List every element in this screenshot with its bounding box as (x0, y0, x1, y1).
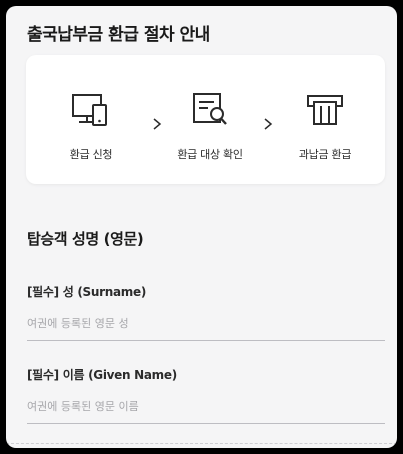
step-label: 과납금 환급 (298, 148, 352, 161)
given-name-label: [필수] 이름 (Given Name) (27, 368, 177, 382)
step-eligibility-check: 환급 대상 확인 (155, 55, 265, 184)
surname-input[interactable] (27, 317, 385, 341)
surname-label: [필수] 성 (Surname) (27, 285, 147, 299)
given-name-field: [필수] 이름 (Given Name) (27, 366, 385, 424)
step-overpayment-refund: 과납금 환급 (270, 55, 380, 184)
refund-steps-card: 환급 신청 환급 대상 확인 과납금 환급 (26, 55, 385, 184)
bottom-divider (6, 443, 397, 444)
atm-icon (307, 95, 343, 125)
surname-field: [필수] 성 (Surname) (27, 283, 385, 341)
screen: 출국납부금 환급 절차 안내 환급 신청 환급 대상 확인 과납금 환급 탑승객… (6, 6, 397, 448)
given-name-input[interactable] (27, 400, 385, 424)
step-label: 환급 대상 확인 (177, 148, 243, 161)
page-title: 출국납부금 환급 절차 안내 (27, 25, 210, 45)
computer-phone-icon (72, 94, 107, 126)
step-refund-application: 환급 신청 (36, 55, 146, 184)
passenger-name-section-title: 탑승객 성명 (영문) (27, 230, 144, 248)
step-label: 환급 신청 (69, 148, 113, 161)
document-search-icon (193, 93, 227, 125)
